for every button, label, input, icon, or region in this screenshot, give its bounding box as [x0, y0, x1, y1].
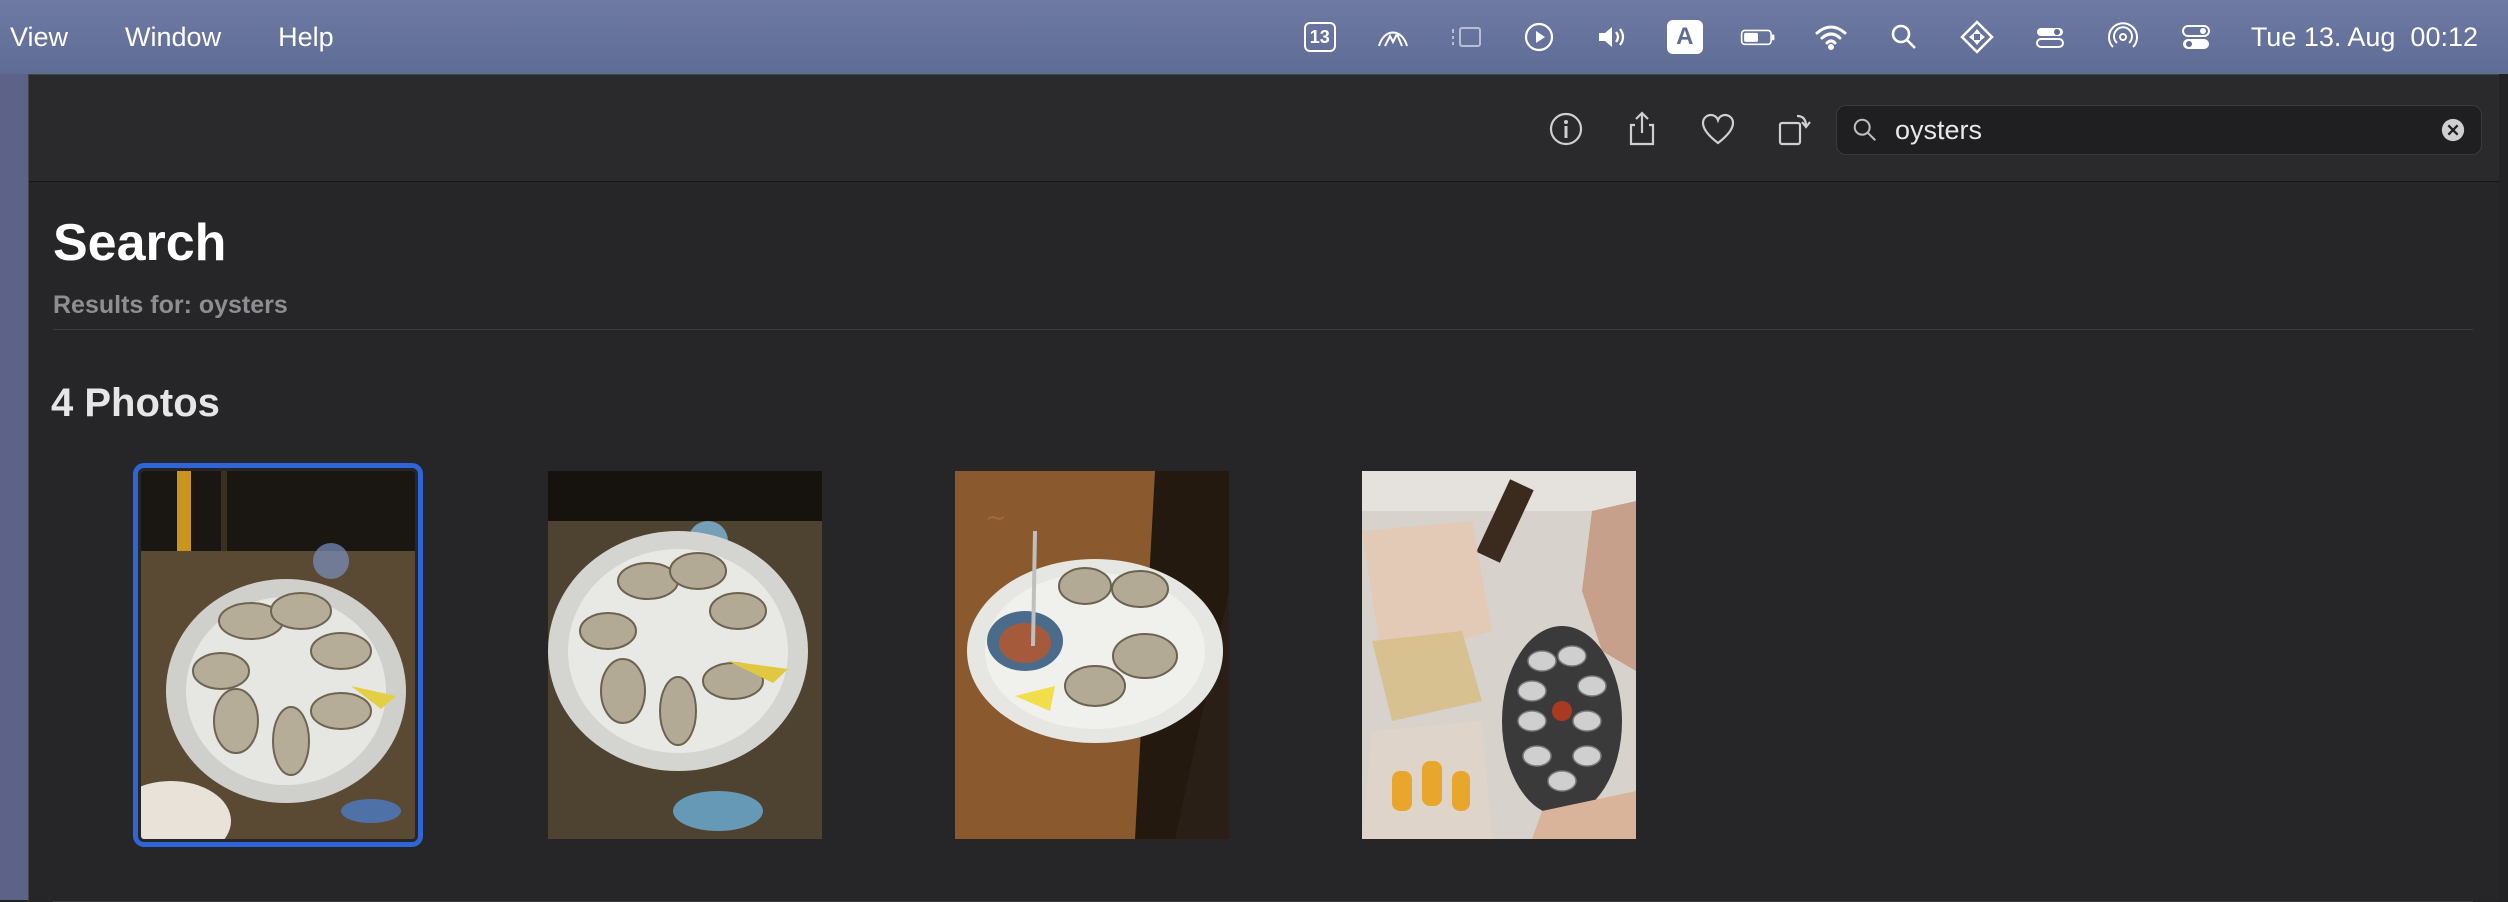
info-button[interactable]	[1544, 107, 1588, 151]
heart-icon	[1701, 113, 1735, 145]
clear-search-button[interactable]	[2439, 116, 2467, 144]
calendar-icon[interactable]: 13	[1302, 19, 1338, 55]
control-center-icon[interactable]	[2178, 19, 2214, 55]
divider	[53, 329, 2473, 330]
photo-thumbnail-3[interactable]: ~	[955, 471, 1229, 839]
toggles-icon[interactable]	[2032, 19, 2068, 55]
svg-text:~: ~	[985, 503, 1007, 533]
search-input[interactable]	[1893, 113, 2439, 147]
photo-thumbnail-2[interactable]	[548, 471, 822, 839]
rotate-icon	[1778, 114, 1811, 146]
results-subtitle: Results for: oysters	[53, 291, 288, 319]
menu-help[interactable]: Help	[278, 22, 334, 53]
wifi-icon[interactable]	[1813, 19, 1849, 55]
play-icon[interactable]	[1521, 19, 1557, 55]
close-circle-icon	[2441, 118, 2465, 142]
input-source-icon[interactable]: A	[1666, 19, 1703, 55]
share-button[interactable]	[1620, 107, 1664, 151]
rotate-button[interactable]	[1772, 107, 1816, 151]
favorite-button[interactable]	[1696, 107, 1740, 151]
search-field[interactable]	[1836, 105, 2482, 155]
photo-thumbnail-1[interactable]	[133, 463, 423, 847]
search-icon	[1851, 115, 1881, 145]
status-items: 13 A Tue 13. Aug 00:12	[1302, 0, 2478, 74]
app-menus: View Window Help	[0, 0, 381, 74]
photo-thumbnail-4[interactable]	[1362, 471, 1636, 839]
airdrop-icon[interactable]	[2105, 19, 2141, 55]
page-title: Search	[53, 214, 227, 272]
toolbar	[29, 75, 2499, 182]
desktop-background	[0, 74, 28, 900]
stage-manager-icon[interactable]	[1448, 19, 1484, 55]
photos-section-title: 4 Photos	[51, 381, 220, 425]
search-results: Search Results for: oysters 4 Photos ~	[51, 181, 2499, 902]
menu-window[interactable]: Window	[125, 22, 221, 53]
info-icon	[1549, 112, 1583, 146]
menu-clock[interactable]: Tue 13. Aug 00:12	[2251, 22, 2478, 53]
menu-bar: View Window Help 13 A Tue 13. Aug 00:12	[0, 0, 2508, 74]
menu-view[interactable]: View	[10, 22, 68, 53]
battery-icon[interactable]	[1740, 19, 1776, 55]
mountain-icon[interactable]	[1375, 19, 1411, 55]
photos-window: Search Results for: oysters 4 Photos	[28, 74, 2499, 902]
spotlight-icon[interactable]	[1886, 19, 1922, 55]
move-icon[interactable]	[1959, 19, 1995, 55]
volume-icon[interactable]	[1594, 19, 1630, 55]
share-icon	[1629, 111, 1655, 146]
